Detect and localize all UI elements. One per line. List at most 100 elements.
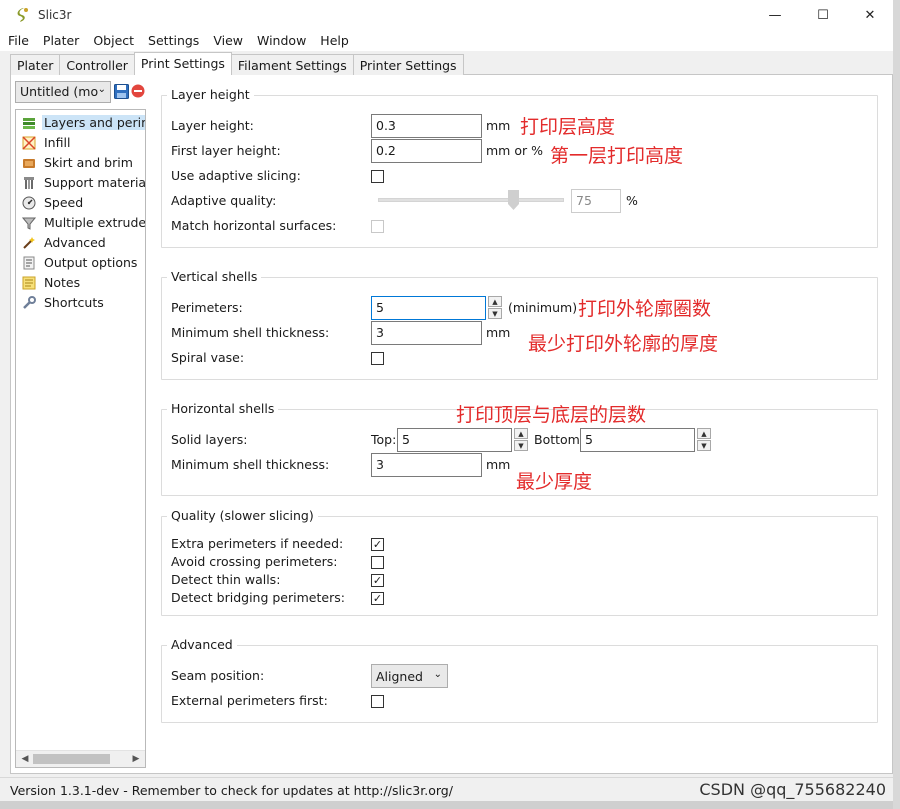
chevron-down-icon: ⌄ <box>433 669 442 680</box>
detect-thin-walls-label: Detect thin walls: <box>171 572 281 587</box>
group-title: Horizontal shells <box>167 401 279 416</box>
category-support-material[interactable]: Support material <box>20 174 146 192</box>
scroll-left-icon[interactable]: ◀ <box>18 752 32 766</box>
tab-print-settings[interactable]: Print Settings <box>133 52 232 75</box>
horizontal-min-shell-thickness-input[interactable]: 3 <box>371 453 482 477</box>
category-label: Infill <box>44 135 71 150</box>
external-perimeters-first-label: External perimeters first: <box>171 693 328 708</box>
spiral-vase-checkbox[interactable] <box>371 352 384 365</box>
menu-object[interactable]: Object <box>85 31 140 51</box>
maximize-button[interactable]: ☐ <box>800 0 846 31</box>
match-horizontal-surfaces-checkbox[interactable] <box>371 220 384 233</box>
menu-help[interactable]: Help <box>312 31 355 51</box>
spin-down-icon[interactable]: ▼ <box>488 308 502 319</box>
spin-down-icon[interactable]: ▼ <box>697 440 711 451</box>
extra-perimeters-checkbox[interactable]: ✓ <box>371 538 384 551</box>
annotation-first-layer: 第一层打印高度 <box>550 145 684 167</box>
settings-category-list: Layers and perimeters Infill Skirt and b… <box>15 109 146 768</box>
menu-bar: File Plater Object Settings View Window … <box>0 31 893 51</box>
menu-settings[interactable]: Settings <box>140 31 205 51</box>
annotation-layer-height: 打印层高度 <box>520 116 616 138</box>
detect-bridging-perimeters-checkbox[interactable]: ✓ <box>371 592 384 605</box>
category-list-scrollbar[interactable]: ◀ ▶ <box>16 750 145 767</box>
category-label: Support material <box>44 175 146 190</box>
spin-up-icon[interactable]: ▲ <box>488 296 502 307</box>
extra-perimeters-label: Extra perimeters if needed: <box>171 536 344 551</box>
checkmark-icon: ✓ <box>372 538 383 551</box>
perimeters-spinner[interactable]: ▲ ▼ <box>488 296 502 320</box>
category-layers-and-perimeters[interactable]: Layers and perimeters <box>20 114 145 132</box>
category-advanced[interactable]: Advanced <box>20 234 145 252</box>
maximize-icon: ☐ <box>817 8 829 23</box>
adaptive-quality-label: Adaptive quality: <box>171 193 277 208</box>
adaptive-quality-slider[interactable] <box>378 198 564 202</box>
scrollbar-thumb[interactable] <box>33 754 110 764</box>
group-title: Quality (slower slicing) <box>167 508 318 523</box>
chevron-down-icon: ⌄ <box>97 84 106 95</box>
tab-printer-settings[interactable]: Printer Settings <box>352 54 464 75</box>
category-skirt-and-brim[interactable]: Skirt and brim <box>20 154 145 172</box>
background-strip <box>0 801 893 809</box>
scroll-right-icon[interactable]: ▶ <box>129 752 143 766</box>
save-preset-icon[interactable] <box>114 84 129 99</box>
tab-filament-settings[interactable]: Filament Settings <box>230 54 354 75</box>
category-multiple-extruders[interactable]: Multiple extruders <box>20 214 146 232</box>
bottom-layers-input[interactable]: 5 <box>580 428 695 452</box>
spin-up-icon[interactable]: ▲ <box>697 428 711 439</box>
annotation-perimeters: 打印外轮廓圈数 <box>578 298 712 320</box>
menu-window[interactable]: Window <box>249 31 312 51</box>
category-speed[interactable]: Speed <box>20 194 145 212</box>
bottom-layers-spinner[interactable]: ▲ ▼ <box>697 428 711 452</box>
perimeters-input[interactable]: 5 <box>371 296 486 320</box>
horizontal-min-shell-thickness-label: Minimum shell thickness: <box>171 457 330 472</box>
minimize-button[interactable]: — <box>752 0 798 31</box>
group-title: Layer height <box>167 87 254 102</box>
min-shell-thickness-input[interactable]: 3 <box>371 321 482 345</box>
seam-position-dropdown[interactable]: Aligned ⌄ <box>371 664 448 688</box>
spiral-vase-label: Spiral vase: <box>171 350 245 365</box>
first-layer-height-input[interactable]: 0.2 <box>371 139 482 163</box>
category-label: Multiple extruders <box>44 215 146 230</box>
avoid-crossing-perimeters-label: Avoid crossing perimeters: <box>171 554 338 569</box>
first-layer-height-label: First layer height: <box>171 143 281 158</box>
category-label: Skirt and brim <box>44 155 133 170</box>
layer-height-label: Layer height: <box>171 118 254 133</box>
menu-plater[interactable]: Plater <box>35 31 85 51</box>
category-infill[interactable]: Infill <box>20 134 145 152</box>
slic3r-logo-icon <box>17 8 28 22</box>
category-label: Layers and perimeters <box>42 115 145 130</box>
skirt-icon <box>23 159 35 168</box>
solid-layers-label: Solid layers: <box>171 432 248 447</box>
tab-plater[interactable]: Plater <box>10 54 61 75</box>
group-title: Vertical shells <box>167 269 262 284</box>
spin-up-icon[interactable]: ▲ <box>514 428 528 439</box>
top-layers-spinner[interactable]: ▲ ▼ <box>514 428 528 452</box>
delete-preset-icon[interactable] <box>131 84 145 98</box>
avoid-crossing-perimeters-checkbox[interactable] <box>371 556 384 569</box>
category-output-options[interactable]: Output options <box>20 254 145 272</box>
preset-dropdown[interactable]: Untitled (mo ⌄ <box>15 81 111 103</box>
annotation-solid-layers: 打印顶层与底层的层数 <box>456 404 647 426</box>
background-strip <box>893 0 900 809</box>
external-perimeters-first-checkbox[interactable] <box>371 695 384 708</box>
min-shell-thickness-unit: mm <box>486 325 511 340</box>
min-shell-thickness-label: Minimum shell thickness: <box>171 325 330 340</box>
adaptive-quality-input[interactable]: 75 <box>571 189 621 213</box>
seam-position-label: Seam position: <box>171 668 265 683</box>
adaptive-slicing-checkbox[interactable] <box>371 170 384 183</box>
menu-view[interactable]: View <box>205 31 249 51</box>
horizontal-min-shell-thickness-unit: mm <box>486 457 511 472</box>
match-horizontal-surfaces-label: Match horizontal surfaces: <box>171 218 337 233</box>
tab-controller[interactable]: Controller <box>59 54 135 75</box>
top-layers-input[interactable]: 5 <box>397 428 512 452</box>
detect-thin-walls-checkbox[interactable]: ✓ <box>371 574 384 587</box>
category-shortcuts[interactable]: Shortcuts <box>20 294 145 312</box>
category-notes[interactable]: Notes <box>20 274 145 292</box>
bottom-layers-label: Bottom: <box>534 432 585 447</box>
menu-file[interactable]: File <box>0 31 35 51</box>
spin-down-icon[interactable]: ▼ <box>514 440 528 451</box>
layer-height-input[interactable]: 0.3 <box>371 114 482 138</box>
close-button[interactable]: ✕ <box>847 0 893 31</box>
note-icon <box>22 276 36 290</box>
adaptive-quality-unit: % <box>626 193 638 208</box>
